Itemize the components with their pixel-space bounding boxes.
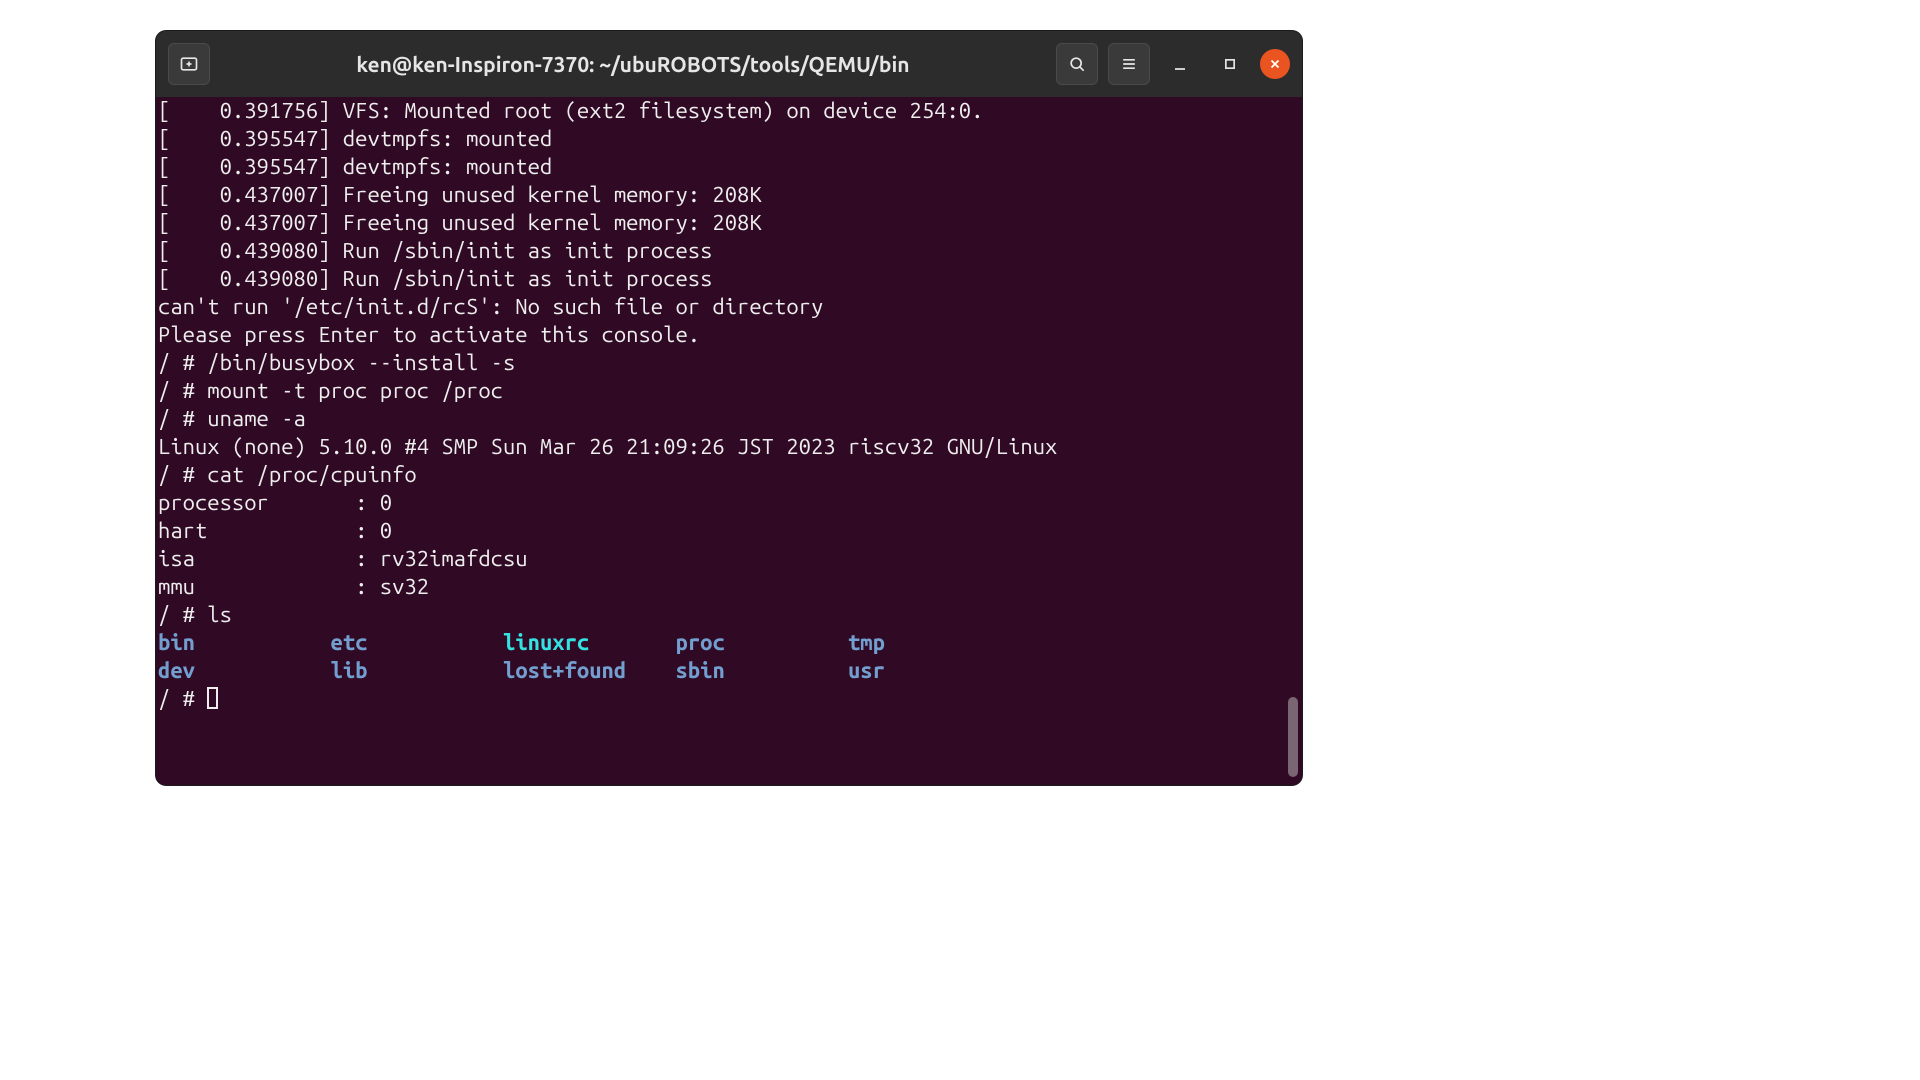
terminal-line: [ 0.391756] VFS: Mounted root (ext2 file… — [158, 97, 1300, 125]
hamburger-icon — [1119, 54, 1139, 74]
ls-entry: proc — [676, 630, 725, 655]
search-button[interactable] — [1056, 43, 1098, 85]
terminal-line: [ 0.439080] Run /sbin/init as init proce… — [158, 265, 1300, 293]
terminal-window: ken@ken-Inspiron-7370: ~/ubuROBOTS/tools… — [156, 31, 1302, 785]
terminal-line: can't run '/etc/init.d/rcS': No such fil… — [158, 293, 1300, 321]
new-tab-button[interactable] — [168, 43, 210, 85]
hamburger-menu-button[interactable] — [1108, 43, 1150, 85]
ls-entry: bin — [158, 630, 195, 655]
ls-entry: sbin — [675, 658, 724, 683]
ls-entry: dev — [158, 658, 195, 683]
ls-entry: lib — [331, 658, 368, 683]
close-button[interactable] — [1260, 49, 1290, 79]
close-icon — [1268, 57, 1282, 71]
new-tab-icon — [179, 54, 199, 74]
terminal-line: hart : 0 — [158, 517, 1300, 545]
terminal-line: / # ls — [158, 601, 1300, 629]
ls-entry: lost+found — [503, 658, 626, 683]
search-icon — [1067, 54, 1087, 74]
terminal-line: bin etc linuxrc proc tmp — [158, 629, 1300, 657]
terminal-line: / # /bin/busybox --install -s — [158, 349, 1300, 377]
terminal-line: processor : 0 — [158, 489, 1300, 517]
terminal-prompt: / # — [158, 685, 1300, 713]
scrollbar-thumb[interactable] — [1288, 697, 1298, 777]
terminal-line: mmu : sv32 — [158, 573, 1300, 601]
terminal-line: / # uname -a — [158, 405, 1300, 433]
terminal-line: [ 0.437007] Freeing unused kernel memory… — [158, 209, 1300, 237]
ls-entry: etc — [331, 630, 368, 655]
terminal-line: isa : rv32imafdcsu — [158, 545, 1300, 573]
maximize-button[interactable] — [1210, 44, 1250, 84]
terminal-line: [ 0.439080] Run /sbin/init as init proce… — [158, 237, 1300, 265]
terminal-line: / # cat /proc/cpuinfo — [158, 461, 1300, 489]
terminal-line: Please press Enter to activate this cons… — [158, 321, 1300, 349]
ls-entry: linuxrc — [503, 630, 589, 655]
terminal-line: [ 0.437007] Freeing unused kernel memory… — [158, 181, 1300, 209]
terminal-line: [ 0.395547] devtmpfs: mounted — [158, 153, 1300, 181]
ls-entry: usr — [848, 658, 885, 683]
cursor — [207, 687, 218, 709]
terminal-line: [ 0.395547] devtmpfs: mounted — [158, 125, 1300, 153]
window-title: ken@ken-Inspiron-7370: ~/ubuROBOTS/tools… — [218, 52, 1048, 76]
minimize-button[interactable] — [1160, 44, 1200, 84]
terminal-line: dev lib lost+found sbin usr — [158, 657, 1300, 685]
maximize-icon — [1220, 54, 1240, 74]
minimize-icon — [1170, 54, 1190, 74]
terminal-line: Linux (none) 5.10.0 #4 SMP Sun Mar 26 21… — [158, 433, 1300, 461]
ls-entry: tmp — [848, 630, 885, 655]
terminal-line: / # mount -t proc proc /proc — [158, 377, 1300, 405]
terminal-body[interactable]: [ 0.391756] VFS: Mounted root (ext2 file… — [156, 97, 1302, 785]
titlebar: ken@ken-Inspiron-7370: ~/ubuROBOTS/tools… — [156, 31, 1302, 97]
